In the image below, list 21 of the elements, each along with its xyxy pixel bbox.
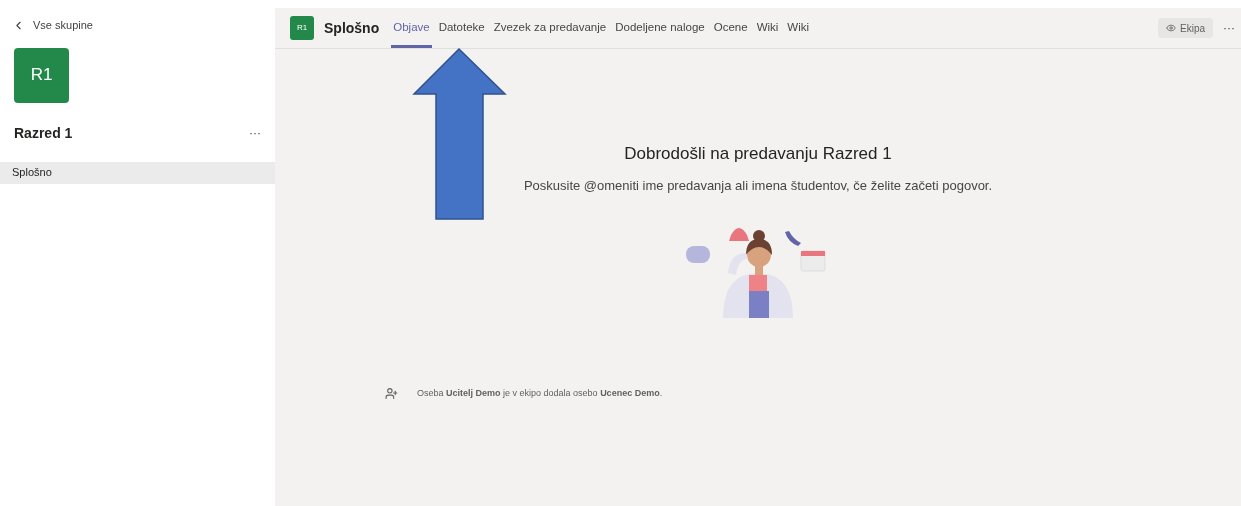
team-button[interactable]: Ekipa <box>1158 18 1213 38</box>
tab[interactable]: Ocene <box>711 8 750 48</box>
welcome-subtitle: Poskusite @omeniti ime predavanja ali imena študentov, če želite začeti pogovor. <box>523 176 993 195</box>
tab[interactable]: Wiki <box>785 8 812 48</box>
team-avatar: R1 <box>14 47 69 103</box>
channel-item[interactable]: Splošno <box>0 161 275 184</box>
tab[interactable]: Zvezek za predavanje <box>491 8 609 48</box>
add-person-icon <box>385 387 398 401</box>
activity-message: Oseba Ucitelj Demo je v ekipo dodala osebo Ucenec Demo. <box>417 387 663 400</box>
team-name: Razred 1 <box>14 123 73 143</box>
back-link[interactable]: Vse skupine <box>12 17 275 34</box>
more-options-button[interactable]: ··· <box>1223 19 1235 37</box>
tab[interactable]: Datoteke <box>436 8 487 48</box>
channel-name: Splošno <box>324 18 380 38</box>
eye-icon <box>1166 23 1176 33</box>
more-options-button[interactable]: ··· <box>249 124 261 142</box>
tab[interactable]: Objave <box>391 8 432 48</box>
tab[interactable]: Wiki <box>754 8 781 48</box>
welcome-title: Dobrodošli na predavanju Razred 1 <box>624 143 892 165</box>
channel-avatar: R1 <box>290 16 314 40</box>
tab[interactable]: Dodeljene naloge <box>613 8 707 48</box>
